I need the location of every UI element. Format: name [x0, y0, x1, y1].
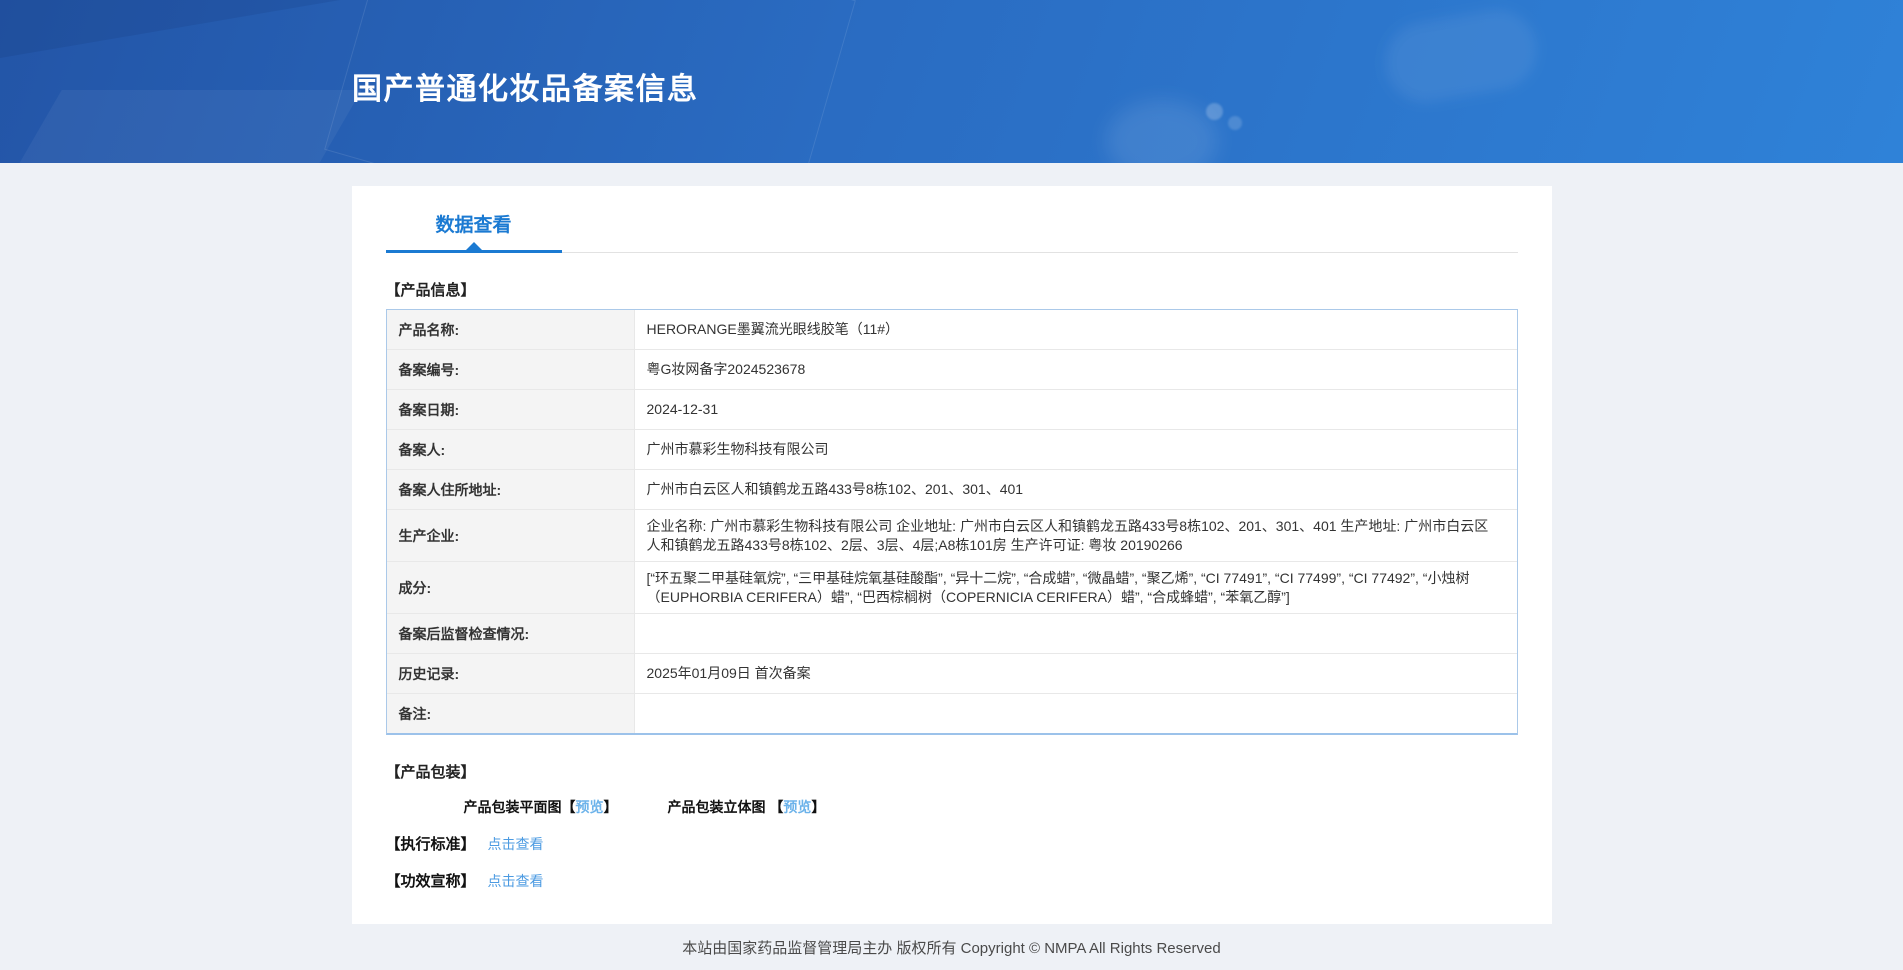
packaging-flat-label: 产品包装平面图: [463, 799, 562, 815]
row-label: 备案日期:: [386, 390, 635, 429]
header-decoration-dot: [1206, 103, 1223, 120]
row-value: 粤G妆网备字2024523678: [646, 361, 806, 377]
table-row-registration-date: 备案日期: 2024-12-31: [386, 390, 1517, 430]
table-row-history: 历史记录: 2025年01月09日 首次备案: [386, 654, 1517, 694]
row-value: 广州市慕彩生物科技有限公司: [646, 441, 829, 457]
efficacy-label: 【功效宣称】: [385, 873, 476, 890]
standards-view-link[interactable]: 点击查看: [488, 834, 544, 854]
bracket-close: 】: [603, 799, 618, 815]
table-row-remarks: 备注:: [386, 694, 1517, 733]
tab-bar: 数据查看: [385, 210, 1518, 253]
row-label: 产品名称:: [386, 310, 635, 349]
bracket-close: 】: [811, 799, 826, 815]
packaging-flat-item: 产品包装平面图【预览】: [464, 797, 618, 817]
row-label: 备案人:: [386, 430, 635, 469]
table-row-supervision-check: 备案后监督检查情况:: [386, 614, 1517, 654]
efficacy-view-link[interactable]: 点击查看: [488, 871, 544, 891]
row-value: 广州市白云区人和镇鹤龙五路433号8栋102、201、301、401: [646, 481, 1024, 497]
packaging-stereo-label: 产品包装立体图: [667, 799, 770, 815]
table-row-manufacturer: 生产企业: 企业名称: 广州市慕彩生物科技有限公司 企业地址: 广州市白云区人和…: [386, 510, 1517, 562]
packaging-stereo-preview-link[interactable]: 预览: [783, 799, 811, 815]
content-card: 数据查看 【产品信息】 产品名称: HERORANGE墨翼流光眼线胶笔（11#）…: [351, 186, 1552, 924]
row-value: 2024-12-31: [646, 401, 719, 417]
row-value: 企业名称: 广州市慕彩生物科技有限公司 企业地址: 广州市白云区人和镇鹤龙五路4…: [646, 517, 1489, 553]
row-label: 备案编号:: [386, 350, 635, 389]
header-decoration-blob: [1106, 100, 1218, 163]
packaging-flat-preview-link[interactable]: 预览: [576, 799, 604, 815]
header-decoration-pill: [1379, 3, 1543, 109]
standards-row: 【执行标准】 点击查看: [386, 833, 1518, 854]
header-banner: 国产普通化妆品备案信息: [0, 0, 1903, 163]
standards-label: 【执行标准】: [385, 836, 476, 853]
table-row-registrant: 备案人: 广州市慕彩生物科技有限公司: [386, 430, 1517, 470]
section-title-packaging: 【产品包装】: [385, 764, 476, 781]
packaging-stereo-item: 产品包装立体图 【预览】: [668, 797, 826, 817]
row-value: [635, 614, 1517, 653]
table-row-product-name: 产品名称: HERORANGE墨翼流光眼线胶笔（11#）: [386, 310, 1517, 350]
row-label: 生产企业:: [386, 510, 635, 561]
footer-copyright: 本站由国家药品监督管理局主办 版权所有 Copyright © NMPA All…: [682, 940, 1221, 957]
tab-active-indicator-triangle: [465, 242, 482, 250]
row-label: 备注:: [386, 694, 635, 733]
row-value: [“环五聚二甲基硅氧烷”, “三甲基硅烷氧基硅酸酯”, “异十二烷”, “合成蜡…: [646, 569, 1470, 605]
bracket-open: 【: [561, 799, 576, 815]
product-info-table: 产品名称: HERORANGE墨翼流光眼线胶笔（11#） 备案编号: 粤G妆网备…: [385, 309, 1518, 735]
row-value: 2025年01月09日 首次备案: [646, 665, 811, 681]
row-value: HERORANGE墨翼流光眼线胶笔（11#）: [646, 321, 900, 337]
header-decoration-dot: [1228, 116, 1242, 130]
page-title: 国产普通化妆品备案信息: [352, 73, 699, 106]
row-value: [635, 694, 1517, 733]
tab-data-view[interactable]: 数据查看: [385, 210, 562, 253]
section-title-product-info: 【产品信息】: [385, 282, 476, 299]
row-label: 成分:: [386, 562, 635, 613]
packaging-preview-row: 产品包装平面图【预览】 产品包装立体图 【预览】: [464, 797, 1518, 817]
header-decoration-triangle: [18, 90, 362, 163]
table-row-ingredients: 成分: [“环五聚二甲基硅氧烷”, “三甲基硅烷氧基硅酸酯”, “异十二烷”, …: [386, 562, 1517, 614]
row-label: 备案人住所地址:: [386, 470, 635, 509]
efficacy-row: 【功效宣称】 点击查看: [386, 870, 1518, 891]
header-decoration-corner: [0, 0, 340, 58]
row-label: 历史记录:: [386, 654, 635, 693]
table-row-registration-number: 备案编号: 粤G妆网备字2024523678: [386, 350, 1517, 390]
bracket-open: 【: [769, 799, 784, 815]
table-row-registrant-address: 备案人住所地址: 广州市白云区人和镇鹤龙五路433号8栋102、201、301、…: [386, 470, 1517, 510]
row-label: 备案后监督检查情况:: [386, 614, 635, 653]
tab-data-view-label: 数据查看: [435, 215, 512, 236]
